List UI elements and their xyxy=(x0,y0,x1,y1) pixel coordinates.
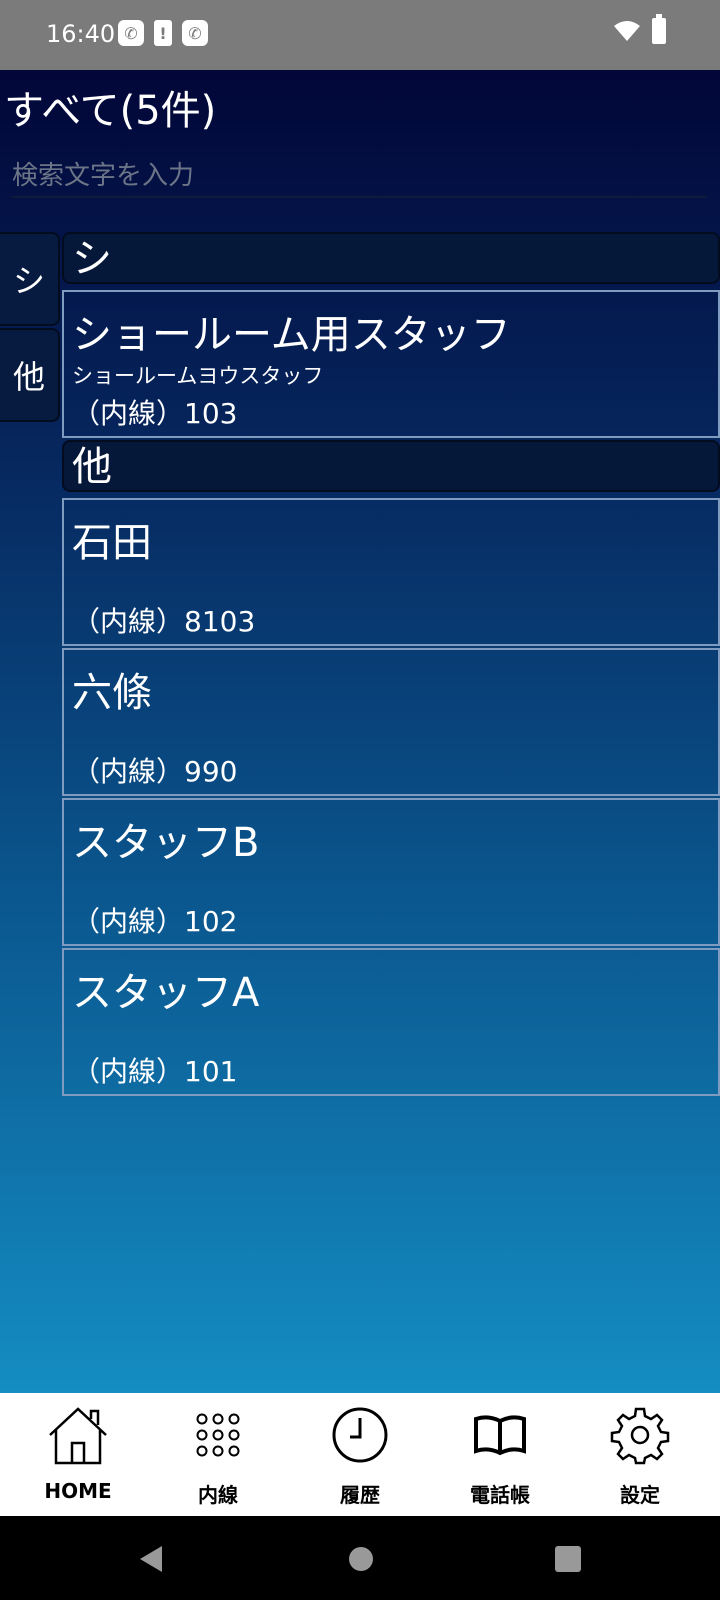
book-icon xyxy=(474,1415,526,1456)
section-header-other: 他 xyxy=(62,440,720,492)
missed-call-icon: ✆ xyxy=(118,20,144,46)
bottom-navigation: HOME 内線 履歴 電話帳 設定 xyxy=(0,1393,720,1516)
index-tab-other[interactable]: 他 xyxy=(0,328,60,422)
gear-icon xyxy=(610,1407,670,1465)
contact-extension: （内線）990 xyxy=(72,755,238,788)
android-navigation-bar xyxy=(0,1516,720,1600)
home-circle-icon[interactable] xyxy=(348,1546,374,1572)
recents-icon[interactable] xyxy=(555,1546,581,1572)
nav-label: 設定 xyxy=(620,1483,660,1507)
home-icon xyxy=(49,1407,107,1465)
contact-row[interactable]: ショールーム用スタッフ ショールームヨウスタッフ （内線）103 xyxy=(62,290,720,438)
sim-alert-icon: ! xyxy=(154,20,172,46)
search-input[interactable] xyxy=(12,156,706,198)
contact-extension: （内線）102 xyxy=(72,905,238,938)
wifi-icon xyxy=(614,21,640,41)
contact-name: 六條 xyxy=(72,670,152,716)
nav-settings[interactable]: 設定 xyxy=(570,1393,710,1516)
nav-label: 内線 xyxy=(198,1483,238,1507)
contact-extension: （内線）8103 xyxy=(72,605,256,638)
nav-history[interactable]: 履歴 xyxy=(290,1393,430,1516)
nav-phonebook[interactable]: 電話帳 xyxy=(430,1393,570,1516)
nav-home[interactable]: HOME xyxy=(8,1393,148,1516)
system-icons xyxy=(614,14,666,44)
contact-row[interactable]: 石田 （内線）8103 xyxy=(62,498,720,646)
dialpad-icon xyxy=(196,1413,240,1457)
contact-kana: ショールームヨウスタッフ xyxy=(72,364,324,388)
section-header-shi: シ xyxy=(62,232,720,284)
contact-name: スタッフA xyxy=(72,970,260,1016)
contact-name: スタッフB xyxy=(72,820,260,866)
contact-row[interactable]: スタッフA （内線）101 xyxy=(62,948,720,1096)
contacts-screen: すべて(5件) シ 他 シ ショールーム用スタッフ ショールームヨウスタッフ （… xyxy=(0,70,720,1393)
back-icon[interactable] xyxy=(136,1544,164,1574)
contact-name: ショールーム用スタッフ xyxy=(72,312,511,358)
nav-extension[interactable]: 内線 xyxy=(148,1393,288,1516)
clock-icon xyxy=(332,1407,388,1463)
page-title: すべて(5件) xyxy=(4,88,217,134)
notification-icons: ✆ ! ✆ xyxy=(118,20,208,46)
contact-row[interactable]: スタッフB （内線）102 xyxy=(62,798,720,946)
contact-name: 石田 xyxy=(72,520,152,566)
contact-extension: （内線）103 xyxy=(72,397,238,430)
nav-label: HOME xyxy=(44,1479,112,1503)
index-tab-shi[interactable]: シ xyxy=(0,232,60,326)
status-time: 16:40 xyxy=(46,20,116,48)
call-app-icon: ✆ xyxy=(182,20,208,46)
nav-label: 履歴 xyxy=(340,1483,380,1507)
nav-label: 電話帳 xyxy=(470,1483,530,1507)
status-bar: 16:40 ✆ ! ✆ xyxy=(0,0,720,70)
contact-row[interactable]: 六條 （内線）990 xyxy=(62,648,720,796)
battery-icon xyxy=(652,14,666,44)
contact-extension: （内線）101 xyxy=(72,1055,238,1088)
